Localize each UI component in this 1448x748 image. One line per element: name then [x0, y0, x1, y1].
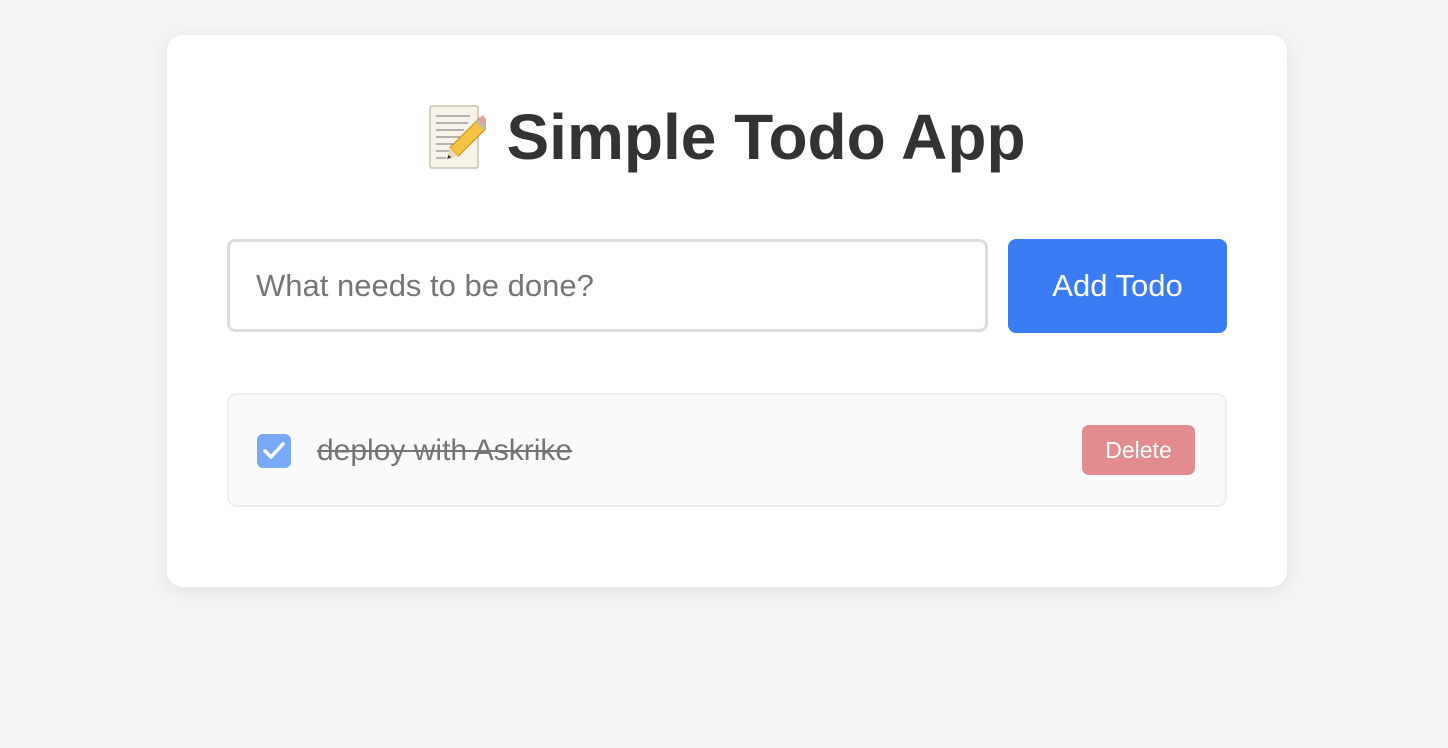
- todo-card: Simple Todo App Add Todo deploy with Ask…: [167, 35, 1287, 587]
- todo-item: deploy with Askrike Delete: [227, 393, 1227, 507]
- todo-list: deploy with Askrike Delete: [227, 393, 1227, 507]
- delete-todo-button[interactable]: Delete: [1082, 425, 1195, 475]
- add-todo-button[interactable]: Add Todo: [1008, 239, 1227, 333]
- todo-text: deploy with Askrike: [317, 434, 573, 467]
- checkmark-icon: [263, 442, 285, 459]
- todo-checkbox[interactable]: [257, 434, 291, 468]
- header: Simple Todo App: [167, 97, 1287, 177]
- new-todo-input[interactable]: [227, 239, 988, 332]
- page-title: Simple Todo App: [506, 101, 1026, 173]
- memo-pencil-icon: [428, 104, 492, 170]
